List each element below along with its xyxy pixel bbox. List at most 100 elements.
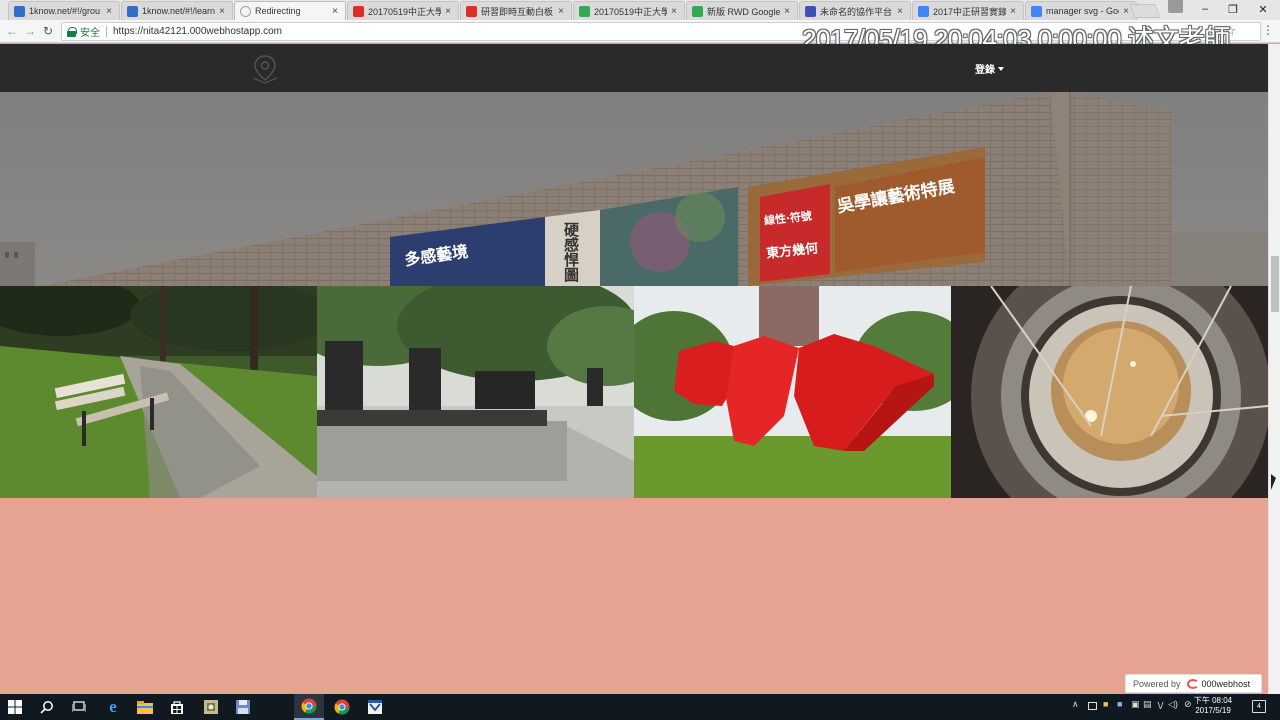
taskbar-app-2[interactable]	[228, 694, 258, 720]
browser-menu-icon[interactable]: ⋮	[1262, 23, 1274, 37]
taskbar-chrome-active[interactable]	[294, 694, 324, 720]
content-section	[0, 498, 1268, 694]
browser-tab[interactable]: 未命名的協作平台 ×	[799, 1, 911, 20]
task-view-icon	[72, 701, 86, 712]
notification-count: 4	[1257, 703, 1261, 710]
tray-app-icon[interactable]: ■	[1117, 699, 1122, 709]
search-icon	[40, 701, 53, 714]
taskbar-app-3[interactable]	[360, 694, 390, 720]
minimize-icon: –	[1201, 3, 1209, 15]
mouse-cursor-icon	[1271, 474, 1276, 490]
taskbar-chrome[interactable]	[327, 694, 357, 720]
taskbar-clock[interactable]: 下午 08:04 2017/5/19	[1193, 696, 1233, 716]
browser-tab[interactable]: 1know.net/#!/learn ×	[121, 1, 233, 20]
back-button[interactable]: ←	[4, 23, 20, 39]
powered-by-badge[interactable]: Powered by 000webhost	[1125, 674, 1262, 693]
map-pin-icon[interactable]	[251, 54, 279, 84]
photo-park-bench[interactable]	[0, 286, 317, 498]
taskbar-search-button[interactable]	[32, 694, 62, 720]
hero-museum-image: 多感藝境 硬感悍圖 線性‧符號 東方幾何 吳學讓藝術特展	[0, 92, 1268, 286]
tray-chat-icon[interactable]	[1088, 702, 1097, 710]
tab-title: 1know.net/#!/learn	[142, 6, 215, 16]
url-text[interactable]: https://nita42121.000webhostapp.com	[113, 26, 282, 37]
login-dropdown[interactable]: 登錄	[975, 61, 1004, 76]
taskbar-edge[interactable]: e	[98, 694, 128, 720]
reload-button[interactable]: ↻	[40, 23, 56, 39]
divider	[106, 26, 107, 37]
taskbar-app-1[interactable]	[196, 694, 226, 720]
tab-close-icon[interactable]: ×	[895, 6, 905, 17]
maximize-button[interactable]: ❐	[1218, 0, 1248, 18]
action-center-icon[interactable]: 4	[1252, 700, 1266, 713]
photo-spiral-staircase[interactable]	[951, 286, 1268, 498]
store-icon	[171, 701, 183, 714]
1know-icon	[127, 5, 138, 17]
app-icon	[368, 700, 382, 714]
staircase-image	[951, 286, 1268, 498]
edge-icon: e	[109, 697, 117, 716]
tab-title: 20170519中正大學	[368, 6, 441, 17]
scrollbar-thumb[interactable]	[1271, 256, 1279, 312]
close-window-button[interactable]: ✕	[1248, 0, 1278, 18]
tab-title: 未命名的協作平台	[820, 6, 893, 17]
tab-title: 20170519中正大學	[594, 6, 667, 17]
browser-tab-strip: 1know.net/#!/grou × 1know.net/#!/learn × Red…	[0, 0, 1280, 20]
tray-volume-icon[interactable]: ◁)	[1168, 699, 1178, 710]
browser-tab[interactable]: 研習即時互動白板 ×	[460, 1, 572, 20]
page-scrollbar[interactable]	[1268, 44, 1280, 694]
browser-tab[interactable]: 新版 RWD Google ×	[686, 1, 798, 20]
tray-ime-icon[interactable]: Ｖ	[1156, 699, 1165, 712]
browser-tab[interactable]: 2017中正研習實錄 ×	[912, 1, 1024, 20]
tab-title: Redirecting	[255, 6, 301, 16]
tab-close-icon[interactable]: ×	[669, 6, 679, 17]
new-tab-button[interactable]	[1129, 4, 1161, 18]
site-navbar: 登錄	[0, 44, 1268, 92]
browser-tab[interactable]: 20170519中正大學 ×	[573, 1, 685, 20]
tab-close-icon[interactable]: ×	[443, 6, 453, 17]
sculpture-image	[634, 286, 951, 498]
tray-app-icon[interactable]: ■	[1103, 699, 1108, 709]
tray-network-icon[interactable]: ▤	[1143, 699, 1152, 710]
start-button[interactable]	[0, 694, 30, 720]
tab-close-icon[interactable]: ×	[1008, 6, 1018, 17]
tray-app-icon[interactable]: ▣	[1131, 699, 1140, 710]
museum-building-illustration	[0, 92, 1268, 286]
minimize-button[interactable]: –	[1190, 0, 1220, 18]
tray-power-icon[interactable]: ⊘	[1184, 699, 1192, 710]
tab-close-icon[interactable]: ×	[782, 6, 792, 17]
google-icon	[1031, 5, 1042, 17]
photo-gallery	[0, 286, 1268, 498]
taskbar-store[interactable]	[162, 694, 192, 720]
photo-red-sculpture[interactable]	[634, 286, 951, 498]
photo-stone-steles[interactable]	[317, 286, 634, 498]
browser-tab[interactable]: 1know.net/#!/grou ×	[8, 1, 120, 20]
taskbar-file-explorer[interactable]	[130, 694, 160, 720]
bench-image	[0, 286, 317, 498]
profile-icon[interactable]	[1168, 0, 1183, 13]
tab-close-icon[interactable]: ×	[1121, 6, 1131, 17]
google-drive-icon	[692, 5, 703, 17]
task-view-button[interactable]	[64, 694, 94, 720]
file-explorer-icon	[137, 700, 153, 714]
caret-down-icon	[998, 66, 1004, 71]
browser-tab[interactable]: manager svg - Goo ×	[1025, 1, 1137, 20]
tray-expand-icon[interactable]: ∧	[1072, 699, 1079, 710]
powered-by-brand: 000webhost	[1201, 678, 1251, 689]
tab-close-icon[interactable]: ×	[556, 6, 566, 17]
tab-close-icon[interactable]: ×	[330, 6, 340, 17]
browser-tab[interactable]: Redirecting ×	[234, 1, 346, 20]
windows-taskbar: e ∧ ■ ■ ▣ ▤ Ｖ ◁) ⊘ 下午 08:04 2017/5/19 4	[0, 694, 1280, 720]
close-icon: ✕	[1258, 3, 1268, 16]
1know-icon	[14, 5, 25, 17]
secure-label: 安全	[80, 28, 100, 39]
maximize-icon: ❐	[1228, 3, 1238, 16]
tab-close-icon[interactable]: ×	[217, 6, 227, 17]
loading-icon	[240, 5, 251, 17]
exhibition-banner-text: 硬感悍圖	[562, 222, 579, 282]
reload-icon: ↻	[42, 24, 54, 38]
browser-tab[interactable]: 20170519中正大學 ×	[347, 1, 459, 20]
save-icon	[236, 700, 250, 714]
tab-close-icon[interactable]: ×	[104, 6, 114, 17]
google-sites-icon	[805, 5, 816, 17]
forward-button[interactable]: →	[22, 23, 38, 39]
